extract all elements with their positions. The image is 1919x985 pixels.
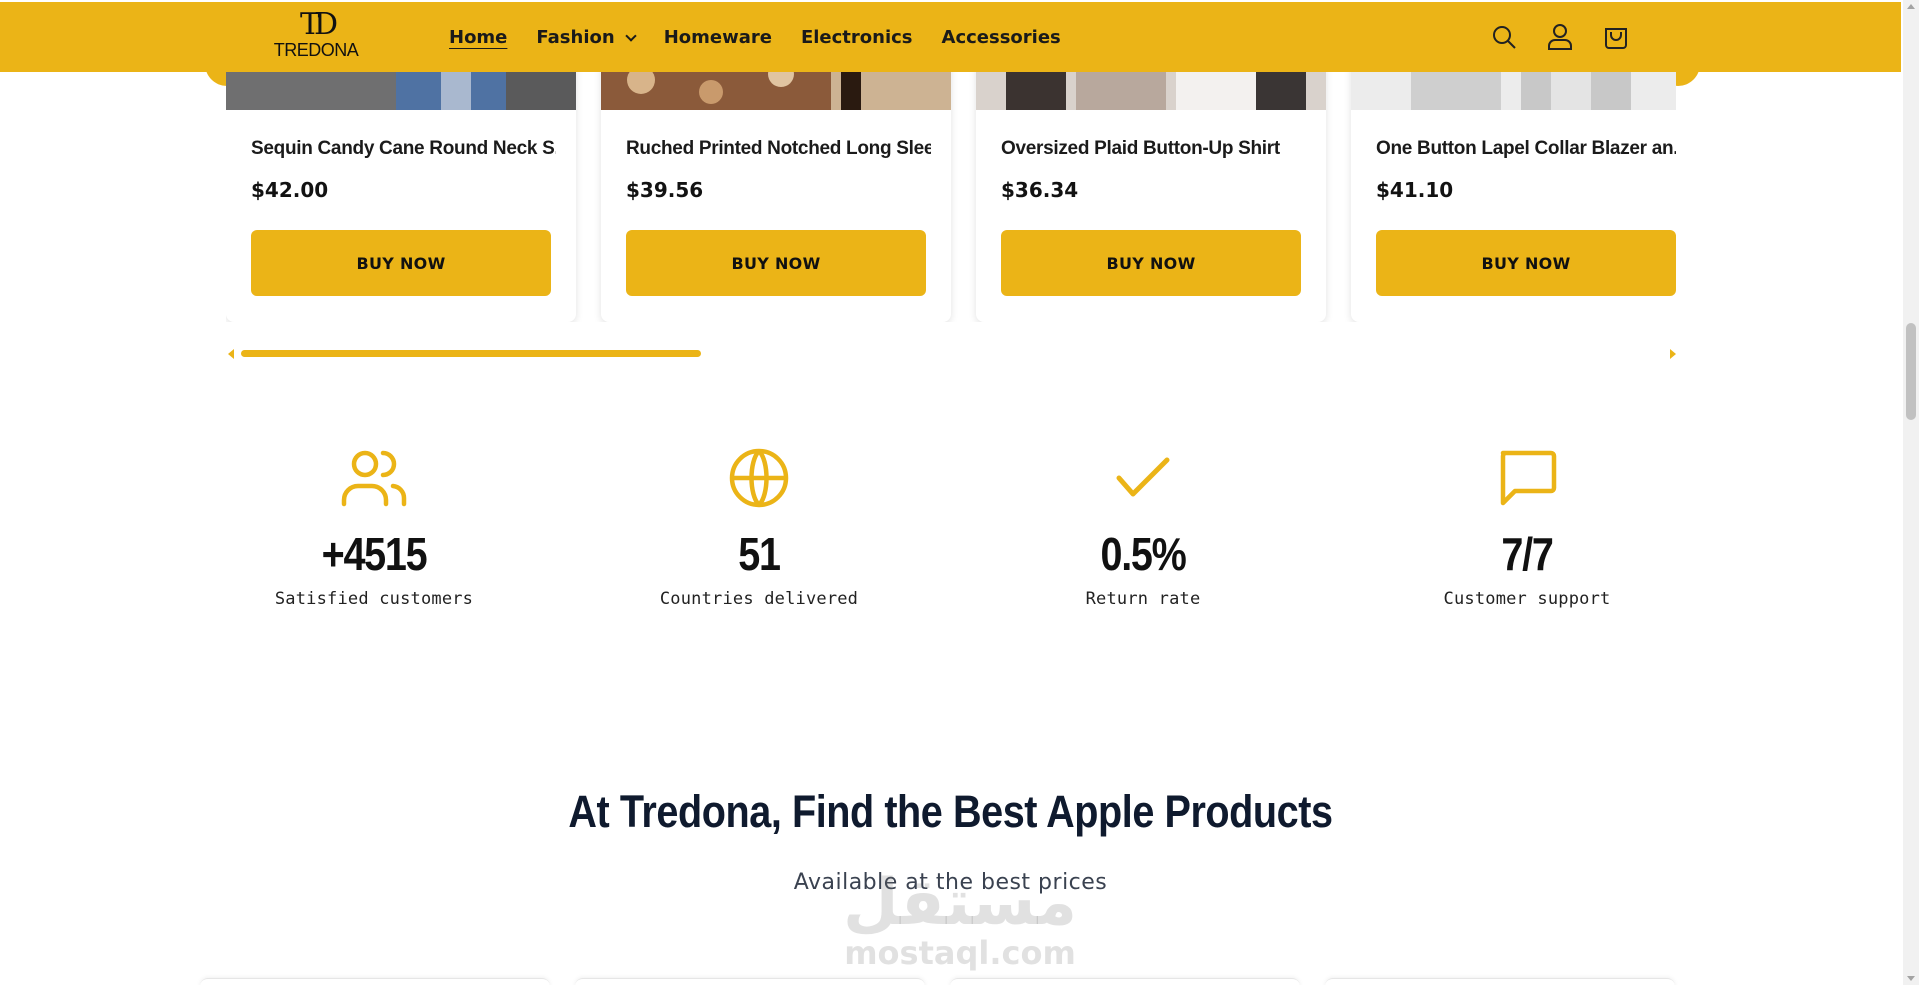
- logo[interactable]: TD TREDONA: [271, 10, 361, 66]
- stat-label: Return rate: [1085, 589, 1201, 609]
- nav-fashion[interactable]: Fashion: [536, 26, 637, 48]
- product-title[interactable]: Ruched Printed Notched Long Slee...: [626, 138, 931, 160]
- buy-now-button[interactable]: BUY NOW: [1001, 230, 1301, 296]
- stat-label: Countries delivered: [659, 589, 859, 609]
- logo-text: TREDONA: [273, 40, 359, 60]
- stat-value: 51: [738, 528, 781, 580]
- stat-value: +4515: [321, 528, 428, 580]
- product-card-top: [200, 978, 550, 985]
- chat-icon: [1377, 445, 1677, 511]
- page-scroll-thumb[interactable]: [1906, 323, 1916, 420]
- site-header: TD TREDONA Home Fashion Homeware Electro…: [0, 0, 1901, 72]
- stat-support: 7/7 Customer support: [1377, 445, 1677, 609]
- product-slider: Sequin Candy Cane Round Neck S... $42.00…: [226, 60, 1676, 322]
- product-card: Oversized Plaid Button-Up Shirt $36.34 B…: [976, 60, 1326, 322]
- stat-label: Satisfied customers: [274, 589, 474, 609]
- buy-now-button[interactable]: BUY NOW: [626, 230, 926, 296]
- product-price: $42.00: [251, 178, 329, 202]
- logo-mark: TD: [299, 7, 338, 42]
- stat-return-rate: 0.5% Return rate: [993, 445, 1293, 609]
- page-scrollbar[interactable]: [1903, 0, 1919, 985]
- stat-value: 7/7: [1501, 528, 1553, 580]
- product-price: $39.56: [626, 178, 704, 202]
- nav-homeware[interactable]: Homeware: [664, 27, 772, 48]
- slider-scrollbar[interactable]: [228, 348, 1676, 360]
- nav-fashion-label: Fashion: [536, 26, 615, 48]
- scroll-right-arrow-icon[interactable]: [1670, 349, 1676, 359]
- account-icon[interactable]: [1543, 20, 1577, 54]
- product-card: One Button Lapel Collar Blazer an... $41…: [1351, 60, 1676, 322]
- header-icons: [1487, 20, 1633, 54]
- chevron-down-icon: [625, 29, 637, 42]
- product-title[interactable]: One Button Lapel Collar Blazer an...: [1376, 138, 1676, 160]
- nav-home[interactable]: Home: [449, 27, 507, 48]
- stat-customers: +4515 Satisfied customers: [224, 445, 524, 609]
- section-subtitle: Available at the best prices: [793, 870, 1108, 895]
- users-icon: [224, 445, 524, 511]
- section-title: At Tredona, Find the Best Apple Products: [568, 786, 1333, 837]
- cart-icon[interactable]: [1599, 20, 1633, 54]
- product-card-top: [575, 978, 925, 985]
- buy-now-button[interactable]: BUY NOW: [1376, 230, 1676, 296]
- watermark-latin: mostaql.com: [844, 934, 1076, 972]
- scroll-down-arrow-icon[interactable]: [1907, 976, 1915, 981]
- stat-label: Customer support: [1443, 589, 1611, 609]
- checkmark-icon: [993, 445, 1293, 511]
- buy-now-button[interactable]: BUY NOW: [251, 230, 551, 296]
- globe-icon: [609, 445, 909, 511]
- product-title[interactable]: Oversized Plaid Button-Up Shirt: [1001, 138, 1306, 160]
- nav-electronics[interactable]: Electronics: [801, 27, 913, 48]
- product-title[interactable]: Sequin Candy Cane Round Neck S...: [251, 138, 556, 160]
- slider-scroll-thumb[interactable]: [241, 350, 701, 357]
- scroll-up-arrow-icon[interactable]: [1907, 4, 1915, 9]
- product-card: Ruched Printed Notched Long Slee... $39.…: [601, 60, 951, 322]
- nav-accessories[interactable]: Accessories: [942, 27, 1061, 48]
- main-nav: Home Fashion Homeware Electronics Access…: [449, 2, 1090, 72]
- product-card: Sequin Candy Cane Round Neck S... $42.00…: [226, 60, 576, 322]
- search-icon[interactable]: [1487, 20, 1521, 54]
- product-price: $36.34: [1001, 178, 1079, 202]
- stat-countries: 51 Countries delivered: [609, 445, 909, 609]
- product-card-top: [1325, 978, 1675, 985]
- product-price: $41.10: [1376, 178, 1454, 202]
- product-card-top: [950, 978, 1300, 985]
- scroll-left-arrow-icon[interactable]: [228, 349, 234, 359]
- stat-value: 0.5%: [1100, 528, 1186, 580]
